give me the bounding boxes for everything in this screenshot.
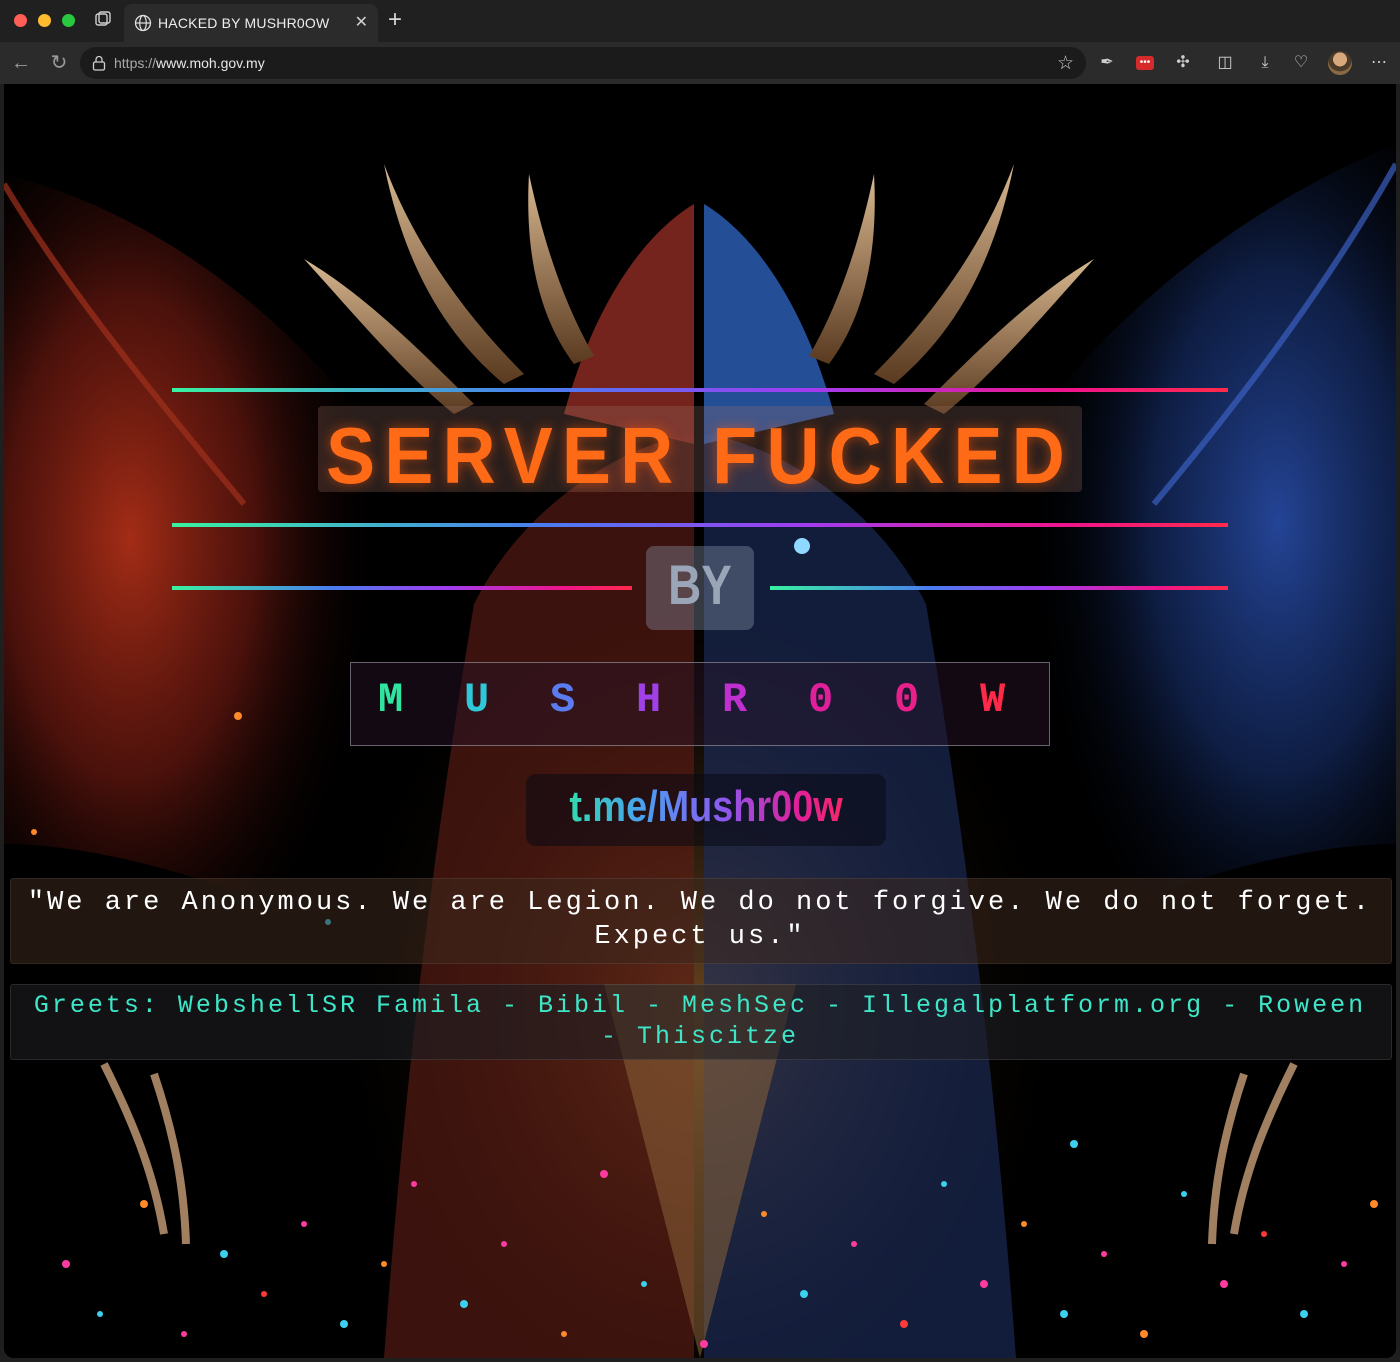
extension-feather-icon[interactable]: ✒: [1096, 52, 1118, 74]
download-icon[interactable]: ⤓: [1254, 52, 1276, 74]
more-menu-icon[interactable]: ⋯: [1368, 52, 1390, 74]
address-bar[interactable]: https://www.moh.gov.my ☆: [80, 47, 1086, 79]
split-screen-icon[interactable]: ◫: [1214, 52, 1236, 74]
name-letter: W: [980, 676, 1006, 724]
globe-icon: [134, 14, 152, 32]
greets-text: Greets: WebshellSR Famila - Bibil - Mesh…: [33, 991, 1367, 1051]
tab-actions-icon[interactable]: [92, 10, 114, 32]
name-letter: M: [378, 676, 404, 724]
minimize-window-button[interactable]: [38, 14, 51, 27]
browser-essentials-icon[interactable]: ♡: [1290, 52, 1312, 74]
name-letter: H: [636, 676, 662, 724]
tab-bar: HACKED BY MUSHR0OW ✕ +: [0, 0, 1400, 42]
back-arrow-icon[interactable]: ←: [8, 50, 34, 76]
name-letter: R: [722, 676, 748, 724]
name-letter: S: [550, 676, 576, 724]
name-letter: 0: [808, 676, 834, 724]
name-letter: U: [464, 676, 490, 724]
divider-line-middle: [172, 523, 1228, 527]
lock-icon: [92, 55, 106, 71]
toolbar: ← ↻ https://www.moh.gov.my ☆ ✒ ••• ✣ ◫ ⤓…: [0, 42, 1400, 84]
close-window-button[interactable]: [14, 14, 27, 27]
active-tab[interactable]: HACKED BY MUSHR0OW ✕: [124, 4, 378, 42]
tab-close-icon[interactable]: ✕: [355, 12, 368, 32]
by-label: BY: [668, 553, 732, 616]
divider-line-left: [172, 586, 632, 590]
telegram-link[interactable]: t.me/Mushr00w: [551, 782, 861, 832]
headline: SERVER FUCKED: [325, 411, 1075, 500]
url-text: https://www.moh.gov.my: [114, 55, 265, 71]
extension-password-icon[interactable]: •••: [1136, 56, 1154, 70]
new-tab-button[interactable]: +: [388, 6, 402, 34]
divider-line-right: [770, 586, 1228, 590]
anonymous-quote: "We are Anonymous. We are Legion. We do …: [27, 888, 1373, 952]
divider-line-top: [172, 388, 1228, 392]
tab-title: HACKED BY MUSHR0OW: [158, 15, 330, 31]
refresh-icon[interactable]: ↻: [46, 50, 72, 76]
maximize-window-button[interactable]: [62, 14, 75, 27]
favorite-star-icon[interactable]: ☆: [1057, 52, 1074, 75]
name-letter: 0: [894, 676, 920, 724]
page-viewport: SERVER FUCKED BY M U S H R 0 0 W t.me/Mu…: [4, 84, 1396, 1358]
extensions-puzzle-icon[interactable]: ✣: [1172, 52, 1194, 74]
profile-avatar[interactable]: [1328, 51, 1352, 75]
hacker-name: M U S H R 0 0 W: [350, 676, 1048, 736]
